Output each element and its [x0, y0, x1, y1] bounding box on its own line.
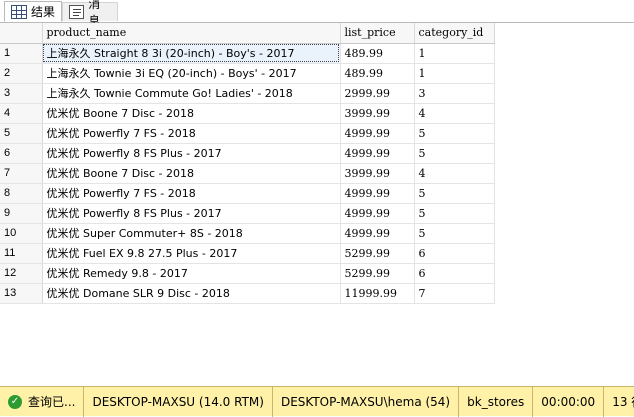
table-row[interactable]: 4 优米优 Boone 7 Disc - 2018 3999.99 4	[0, 103, 495, 124]
product-name-cell[interactable]: 优米优 Super Commuter+ 8S - 2018	[42, 223, 341, 244]
category-id-cell[interactable]: 5	[414, 143, 495, 164]
row-number-cell[interactable]: 10	[0, 223, 43, 244]
grid-icon	[11, 4, 27, 19]
list-price-cell[interactable]: 489.99	[340, 43, 415, 64]
status-elapsed: 00:00:00	[533, 386, 605, 417]
product-name-cell[interactable]: 优米优 Powerfly 8 FS Plus - 2017	[42, 143, 341, 164]
header-row: product_name list_price category_id	[0, 23, 495, 44]
status-message: 查询已...	[28, 395, 76, 409]
results-grid[interactable]: product_name list_price category_id 1 上海永…	[0, 23, 634, 385]
list-price-cell[interactable]: 4999.99	[340, 123, 415, 144]
table-row[interactable]: 9 优米优 Powerfly 8 FS Plus - 2017 4999.99 5	[0, 203, 495, 224]
list-price-cell[interactable]: 5299.99	[340, 243, 415, 264]
status-database: bk_stores	[459, 386, 534, 417]
results-table: product_name list_price category_id 1 上海永…	[0, 23, 495, 304]
category-id-cell[interactable]: 7	[414, 283, 495, 304]
table-row[interactable]: 7 优米优 Boone 7 Disc - 2018 3999.99 4	[0, 163, 495, 184]
list-price-cell[interactable]: 489.99	[340, 63, 415, 84]
category-id-cell[interactable]: 5	[414, 183, 495, 204]
category-id-cell[interactable]: 5	[414, 203, 495, 224]
product-name-cell[interactable]: 优米优 Fuel EX 9.8 27.5 Plus - 2017	[42, 243, 341, 264]
list-price-cell[interactable]: 4999.99	[340, 223, 415, 244]
corner-cell[interactable]	[0, 23, 43, 44]
tab-results[interactable]: 结果	[4, 1, 62, 22]
table-row[interactable]: 3 上海永久 Townie Commute Go! Ladies' - 2018 2…	[0, 83, 495, 104]
table-row[interactable]: 8 优米优 Powerfly 7 FS - 2018 4999.99 5	[0, 183, 495, 204]
status-message-segment: ✓ 查询已...	[0, 386, 85, 417]
table-row[interactable]: 1 上海永久 Straight 8 3i (20-inch) - Boy's - …	[0, 43, 495, 64]
table-row[interactable]: 11 优米优 Fuel EX 9.8 27.5 Plus - 2017 5299.9…	[0, 243, 495, 264]
column-header-list-price[interactable]: list_price	[340, 23, 415, 44]
row-number-cell[interactable]: 5	[0, 123, 43, 144]
results-tab-strip: 结果 消息	[0, 0, 634, 28]
category-id-cell[interactable]: 5	[414, 123, 495, 144]
table-row[interactable]: 10 优米优 Super Commuter+ 8S - 2018 4999.99 5	[0, 223, 495, 244]
list-price-cell[interactable]: 5299.99	[340, 263, 415, 284]
column-header-category-id[interactable]: category_id	[414, 23, 495, 44]
category-id-cell[interactable]: 5	[414, 223, 495, 244]
row-number-cell[interactable]: 9	[0, 203, 43, 224]
tab-results-label: 结果	[31, 5, 56, 19]
row-number-cell[interactable]: 11	[0, 243, 43, 264]
product-name-cell[interactable]: 优米优 Powerfly 7 FS - 2018	[42, 123, 341, 144]
list-price-cell[interactable]: 4999.99	[340, 143, 415, 164]
row-number-cell[interactable]: 8	[0, 183, 43, 204]
product-name-cell[interactable]: 优米优 Boone 7 Disc - 2018	[42, 103, 341, 124]
row-number-cell[interactable]: 2	[0, 63, 43, 84]
product-name-cell[interactable]: 优米优 Powerfly 7 FS - 2018	[42, 183, 341, 204]
row-number-cell[interactable]: 7	[0, 163, 43, 184]
product-name-cell[interactable]: 优米优 Domane SLR 9 Disc - 2018	[42, 283, 341, 304]
table-row[interactable]: 13 优米优 Domane SLR 9 Disc - 2018 11999.99 7	[0, 283, 495, 304]
list-price-cell[interactable]: 2999.99	[340, 83, 415, 104]
list-price-cell[interactable]: 4999.99	[340, 183, 415, 204]
tab-messages[interactable]: 消息	[62, 0, 118, 28]
row-number-cell[interactable]: 3	[0, 83, 43, 104]
row-number-cell[interactable]: 12	[0, 263, 43, 284]
list-price-cell[interactable]: 4999.99	[340, 203, 415, 224]
table-row[interactable]: 5 优米优 Powerfly 7 FS - 2018 4999.99 5	[0, 123, 495, 144]
category-id-cell[interactable]: 4	[414, 103, 495, 124]
messages-icon	[69, 5, 85, 19]
row-number-cell[interactable]: 1	[0, 43, 43, 64]
category-id-cell[interactable]: 6	[414, 243, 495, 264]
category-id-cell[interactable]: 1	[414, 43, 495, 64]
list-price-cell[interactable]: 11999.99	[340, 283, 415, 304]
product-name-cell[interactable]: 优米优 Boone 7 Disc - 2018	[42, 163, 341, 184]
table-row[interactable]: 6 优米优 Powerfly 8 FS Plus - 2017 4999.99 5	[0, 143, 495, 164]
category-id-cell[interactable]: 6	[414, 263, 495, 284]
column-header-product-name[interactable]: product_name	[42, 23, 341, 44]
list-price-cell[interactable]: 3999.99	[340, 163, 415, 184]
status-user: DESKTOP-MAXSU\hema (54)	[273, 386, 460, 417]
status-server: DESKTOP-MAXSU (14.0 RTM)	[84, 386, 273, 417]
product-name-cell[interactable]: 上海永久 Straight 8 3i (20-inch) - Boy's - 2…	[42, 43, 341, 64]
row-number-cell[interactable]: 6	[0, 143, 43, 164]
product-name-cell[interactable]: 优米优 Powerfly 8 FS Plus - 2017	[42, 203, 341, 224]
table-row[interactable]: 12 优米优 Remedy 9.8 - 2017 5299.99 6	[0, 263, 495, 284]
status-row-count: 13 行	[612, 395, 634, 409]
product-name-cell[interactable]: 上海永久 Townie Commute Go! Ladies' - 2018	[42, 83, 341, 104]
product-name-cell[interactable]: 上海永久 Townie 3i EQ (20-inch) - Boys' - 20…	[42, 63, 341, 84]
list-price-cell[interactable]: 3999.99	[340, 103, 415, 124]
product-name-cell[interactable]: 优米优 Remedy 9.8 - 2017	[42, 263, 341, 284]
category-id-cell[interactable]: 3	[414, 83, 495, 104]
category-id-cell[interactable]: 1	[414, 63, 495, 84]
table-row[interactable]: 2 上海永久 Townie 3i EQ (20-inch) - Boys' - 2…	[0, 63, 495, 84]
row-number-cell[interactable]: 13	[0, 283, 43, 304]
category-id-cell[interactable]: 4	[414, 163, 495, 184]
row-number-cell[interactable]: 4	[0, 103, 43, 124]
success-check-icon: ✓	[8, 394, 22, 409]
status-bar: ✓ 查询已... DESKTOP-MAXSU (14.0 RTM) DESKTO…	[0, 386, 634, 417]
